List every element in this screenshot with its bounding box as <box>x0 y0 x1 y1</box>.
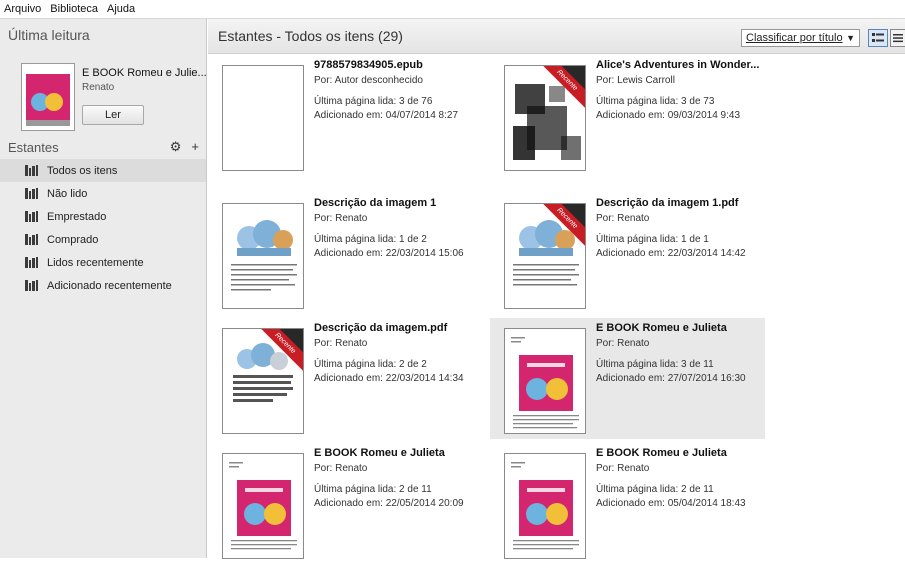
sidebar: Última leitura E BOOK Romeu e Julie... R… <box>0 19 207 558</box>
book-grid: 9788579834905.epub Por: Autor desconheci… <box>208 55 905 559</box>
book-last-page: Última página lida: 1 de 1 <box>596 234 709 245</box>
book-cover[interactable] <box>222 65 304 171</box>
shelf-settings-icon[interactable]: ⚙ <box>170 139 182 155</box>
book-last-page: Última página lida: 3 de 11 <box>596 359 714 370</box>
book-title: Descrição da imagem 1.pdf <box>596 197 739 209</box>
menu-biblioteca[interactable]: Biblioteca <box>50 3 98 15</box>
bookshelf-icon <box>25 280 38 291</box>
shelf-item-label: Emprestado <box>47 210 107 223</box>
book-cover[interactable]: Recente <box>222 328 304 434</box>
book-title: E BOOK Romeu e Julieta <box>596 322 727 334</box>
book-author: Por: Renato <box>596 463 650 474</box>
shelf-item-label: Comprado <box>47 233 99 246</box>
book-last-page: Última página lida: 2 de 2 <box>314 359 427 370</box>
book-title: Descrição da imagem.pdf <box>314 322 448 334</box>
book-title: Descrição da imagem 1 <box>314 197 437 209</box>
shelf-item-emprestado[interactable]: Emprestado <box>0 205 206 228</box>
page-title: Estantes - Todos os itens (29) <box>218 28 403 44</box>
book-card[interactable]: E BOOK Romeu e Julieta Por: Renato Últim… <box>490 443 765 564</box>
shelf-item-comprado[interactable]: Comprado <box>0 228 206 251</box>
read-button[interactable]: Ler <box>82 105 144 125</box>
menu-bar: Arquivo Biblioteca Ajuda <box>0 0 905 19</box>
book-card[interactable]: E BOOK Romeu e Julieta Por: Renato Últim… <box>490 318 765 439</box>
bookshelf-icon <box>25 257 38 268</box>
book-author: Por: Renato <box>596 213 650 224</box>
book-cover[interactable] <box>222 203 304 309</box>
book-title: E BOOK Romeu e Julieta <box>596 447 727 459</box>
book-title: E BOOK Romeu e Julieta <box>314 447 445 459</box>
book-cover[interactable] <box>504 328 586 434</box>
sort-select[interactable]: Classificar por título ▼ <box>741 29 860 47</box>
book-cover[interactable]: Recente <box>504 65 586 171</box>
add-shelf-icon[interactable]: + <box>191 139 199 155</box>
book-author: Por: Renato <box>596 338 650 349</box>
book-cover[interactable] <box>222 453 304 559</box>
shelf-item-todos-os-itens[interactable]: Todos os itens <box>0 159 206 182</box>
shelf-item-label: Adicionado recentemente <box>47 279 172 292</box>
book-card[interactable]: E BOOK Romeu e Julieta Por: Renato Últim… <box>208 443 483 564</box>
shelf-item-lidos-recentemente[interactable]: Lidos recentemente <box>0 251 206 274</box>
book-added-date: Adicionado em: 04/07/2014 8:27 <box>314 110 458 121</box>
list-view-button[interactable] <box>868 29 888 47</box>
chevron-down-icon: ▼ <box>846 33 855 43</box>
book-card[interactable]: Recente Descrição da imagem 1.pdf Por: R… <box>490 193 765 314</box>
last-read-cover[interactable] <box>21 63 75 131</box>
book-author: Por: Renato <box>314 463 368 474</box>
menu-ajuda[interactable]: Ajuda <box>107 3 135 15</box>
bookshelf-icon <box>25 165 38 176</box>
book-author: Por: Renato <box>314 338 368 349</box>
list-view-icon <box>872 33 884 42</box>
book-author: Por: Renato <box>314 213 368 224</box>
book-added-date: Adicionado em: 05/04/2014 18:43 <box>596 498 746 509</box>
shelf-item-adicionado-recentemente[interactable]: Adicionado recentemente <box>0 274 206 297</box>
shelf-item-label: Todos os itens <box>47 164 118 177</box>
shelves-heading: Estantes <box>8 139 59 155</box>
book-last-page: Última página lida: 2 de 11 <box>596 484 714 495</box>
last-read-heading: Última leitura <box>8 27 90 43</box>
bookshelf-icon <box>25 188 38 199</box>
shelf-item-label: Lidos recentemente <box>47 256 144 269</box>
book-title: Alice's Adventures in Wonder... <box>596 59 760 71</box>
detail-view-icon <box>893 34 903 43</box>
menu-arquivo[interactable]: Arquivo <box>4 3 41 15</box>
book-last-page: Última página lida: 3 de 73 <box>596 96 715 107</box>
book-added-date: Adicionado em: 09/03/2014 9:43 <box>596 110 740 121</box>
book-last-page: Última página lida: 3 de 76 <box>314 96 433 107</box>
shelf-item-label: Não lido <box>47 187 88 200</box>
book-card[interactable]: Recente Descrição da imagem.pdf Por: Ren… <box>208 318 483 439</box>
book-author: Por: Autor desconhecido <box>314 75 423 86</box>
shelf-item-nao-lido[interactable]: Não lido <box>0 182 206 205</box>
book-last-page: Última página lida: 1 de 2 <box>314 234 427 245</box>
shelves-header: Estantes ⚙ + <box>0 136 207 158</box>
book-title: 9788579834905.epub <box>314 59 423 71</box>
book-added-date: Adicionado em: 27/07/2014 16:30 <box>596 373 746 384</box>
bookshelf-icon <box>25 234 38 245</box>
book-last-page: Última página lida: 2 de 11 <box>314 484 432 495</box>
bookshelf-icon <box>25 211 38 222</box>
book-cover[interactable] <box>504 453 586 559</box>
shelf-list: Todos os itens Não lido Emprestado Compr… <box>0 159 206 297</box>
detail-view-button[interactable] <box>890 29 905 47</box>
book-added-date: Adicionado em: 22/03/2014 15:06 <box>314 248 464 259</box>
book-cover[interactable]: Recente <box>504 203 586 309</box>
last-read-title: E BOOK Romeu e Julie... <box>82 67 207 79</box>
book-added-date: Adicionado em: 22/03/2014 14:34 <box>314 373 464 384</box>
book-added-date: Adicionado em: 22/03/2014 14:42 <box>596 248 746 259</box>
sort-selected-value: Classificar por título <box>746 32 843 44</box>
main-header: Estantes - Todos os itens (29) Classific… <box>208 19 905 54</box>
book-card[interactable]: Recente Alice's Adventures in Wonder... … <box>490 55 765 176</box>
book-card[interactable]: 9788579834905.epub Por: Autor desconheci… <box>208 55 483 176</box>
book-added-date: Adicionado em: 22/05/2014 20:09 <box>314 498 464 509</box>
book-author: Por: Lewis Carroll <box>596 75 675 86</box>
book-card[interactable]: Descrição da imagem 1 Por: Renato Última… <box>208 193 483 314</box>
last-read-author: Renato <box>82 82 115 93</box>
